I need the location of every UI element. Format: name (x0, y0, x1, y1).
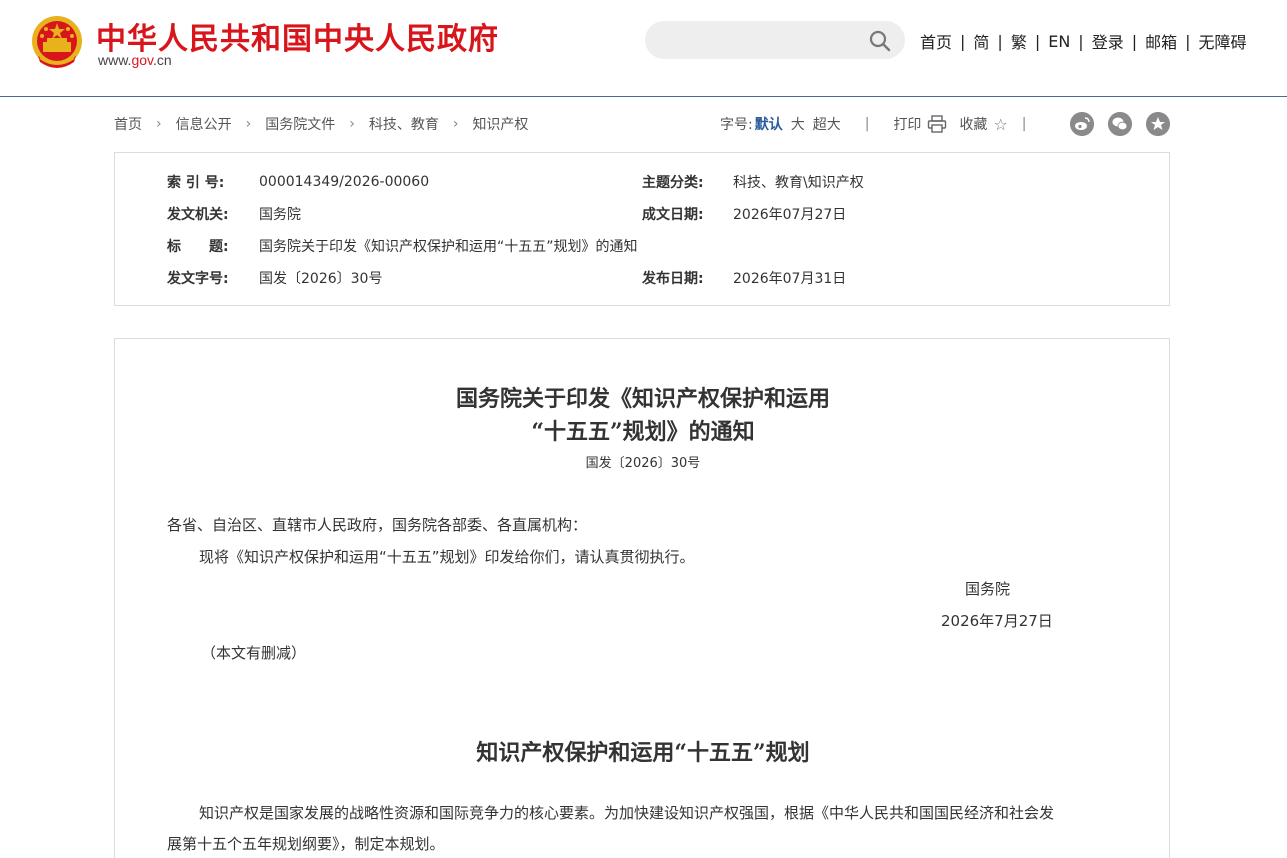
meta-category-label: 主题分类: (642, 175, 704, 191)
breadcrumb-sci-edu[interactable]: 科技、教育 (369, 114, 439, 134)
font-size-label: 字号: (720, 117, 753, 133)
page-tools: 字号: 默认 大 超大 | 打印 收藏 ☆ | (720, 114, 1027, 134)
document-metadata: 索 引 号: 000014349/2026-00060 主题分类: 科技、教育\… (114, 152, 1170, 306)
meta-index-value: 000014349/2026-00060 (259, 174, 430, 190)
site-header: 中华人民共和国中央人民政府 www.gov.cn 首页 | 简 | 繁 | EN | 登… (0, 0, 1287, 97)
nav-separator: | (1078, 31, 1084, 51)
meta-issuer-label: 发文机关: (167, 207, 229, 223)
search-input[interactable] (659, 21, 859, 59)
wechat-icon[interactable] (1108, 112, 1132, 136)
document-title-line2: “十五五”规划》的通知 (531, 419, 755, 445)
plan-title: 知识产权保护和运用“十五五”规划 (476, 740, 810, 766)
nav-traditional[interactable]: 繁 (1011, 29, 1027, 53)
nav-separator: | (1034, 31, 1041, 51)
plan-paragraph-line1: 知识产权是国家发展的战略性资源和国际竞争力的核心要素。为加快建设知识产权强国，根… (199, 804, 1055, 822)
national-emblem-icon[interactable] (30, 14, 84, 72)
breadcrumb-ip[interactable]: 知识产权 (472, 114, 528, 134)
meta-written-date: 成文日期: 2026年07月27日 (642, 204, 846, 224)
meta-title: 标 题: 国务院关于印发《知识产权保护和运用“十五五”规划》的通知 (167, 236, 638, 256)
meta-title-value: 国务院关于印发《知识产权保护和运用“十五五”规划》的通知 (259, 239, 638, 255)
meta-publish-date: 发布日期: 2026年07月31日 (642, 268, 846, 288)
domain-highlight: gov (131, 52, 153, 68)
chevron-right-icon: › (452, 116, 459, 132)
breadcrumb: 首页 › 信息公开 › 国务院文件 › 科技、教育 › 知识产权 (114, 114, 528, 134)
document-content: 国务院关于印发《知识产权保护和运用 “十五五”规划》的通知 国发〔2026〕30… (114, 338, 1170, 858)
search-icon[interactable] (868, 29, 892, 53)
meta-title-label: 标 题: (167, 239, 229, 255)
chevron-right-icon: › (349, 116, 355, 132)
plan-paragraph-line2: 展第十五个五年规划纲要》，制定本规划。 (167, 835, 445, 853)
meta-publish-date-value: 2026年07月31日 (733, 271, 847, 287)
meta-written-date-label: 成文日期: (642, 207, 704, 223)
meta-category-value: 科技、教育\知识产权 (733, 175, 864, 191)
nav-login[interactable]: 登录 (1092, 29, 1124, 53)
star-outline-icon[interactable]: ☆ (993, 115, 1007, 134)
meta-issuer-value: 国务院 (259, 207, 301, 223)
meta-doc-no-value: 国发〔2026〕30号 (259, 271, 383, 287)
tools-divider: | (1021, 116, 1027, 132)
nav-separator: | (1185, 31, 1191, 51)
document-title-line1: 国务院关于印发《知识产权保护和运用 (455, 386, 830, 412)
printer-icon[interactable] (927, 115, 947, 133)
nav-mailbox[interactable]: 邮箱 (1145, 29, 1177, 53)
top-nav: 首页 | 简 | 繁 | EN | 登录 | 邮箱 | 无障碍 (920, 29, 1247, 53)
meta-written-date-value: 2026年07月27日 (733, 207, 847, 223)
meta-publish-date-label: 发布日期: (642, 271, 704, 287)
nav-simplified[interactable]: 简 (973, 29, 989, 53)
meta-doc-no-label: 发文字号: (167, 271, 229, 287)
nav-separator: | (960, 31, 966, 51)
nav-english[interactable]: EN (1048, 32, 1070, 51)
sign-date: 2026年7月27日 (941, 612, 1053, 630)
meta-category: 主题分类: 科技、教育\知识产权 (642, 172, 864, 192)
breadcrumb-state-council-docs[interactable]: 国务院文件 (265, 114, 335, 134)
chevron-right-icon: › (156, 116, 162, 132)
search-box (645, 21, 905, 59)
deletion-note: （本文有删减） (201, 644, 307, 662)
print-button[interactable]: 打印 (893, 114, 921, 134)
domain-suffix: .cn (153, 52, 172, 68)
meta-doc-no: 发文字号: 国发〔2026〕30号 (167, 268, 382, 288)
star-share-icon[interactable] (1146, 112, 1170, 136)
breadcrumb-info-disclosure[interactable]: 信息公开 (176, 114, 232, 134)
meta-index: 索 引 号: 000014349/2026-00060 (167, 172, 429, 192)
nav-separator: | (997, 31, 1003, 51)
meta-issuer: 发文机关: 国务院 (167, 204, 301, 224)
domain-prefix: www. (98, 52, 132, 68)
font-size-default[interactable]: 默认 (755, 114, 783, 134)
document-number: 国发〔2026〕30号 (585, 456, 701, 471)
font-size-xlarge[interactable]: 超大 (813, 114, 841, 134)
meta-index-label: 索 引 号: (167, 175, 225, 191)
signature: 国务院 (965, 580, 1011, 598)
weibo-icon[interactable] (1070, 112, 1094, 136)
nav-accessibility[interactable]: 无障碍 (1199, 29, 1247, 53)
breadcrumb-home[interactable]: 首页 (114, 114, 142, 134)
favorite-button[interactable]: 收藏 (959, 114, 987, 134)
site-domain: www.gov.cn (98, 52, 172, 68)
tools-divider: | (864, 116, 870, 132)
salutation: 各省、自治区、直辖市人民政府，国务院各部委、各直属机构： (167, 516, 588, 534)
nav-home[interactable]: 首页 (920, 29, 952, 53)
nav-separator: | (1131, 31, 1138, 51)
body-paragraph: 现将《知识产权保护和运用“十五五”规划》印发给你们，请认真贯彻执行。 (199, 548, 695, 566)
font-size-large[interactable]: 大 (791, 114, 805, 134)
chevron-right-icon: › (245, 116, 252, 132)
